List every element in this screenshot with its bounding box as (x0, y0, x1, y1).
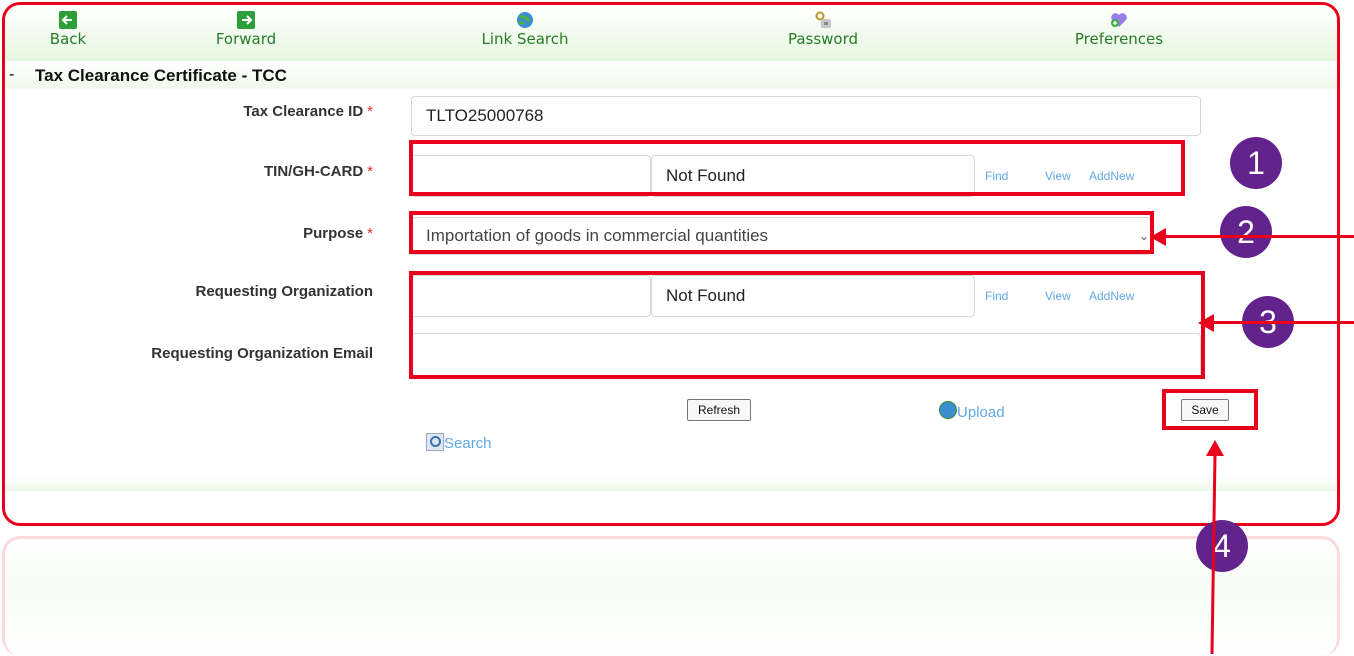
back-button[interactable]: Back (43, 11, 93, 48)
back-label: Back (49, 30, 87, 48)
highlight-box-requesting-org (409, 271, 1205, 379)
required-marker: * (367, 163, 373, 180)
link-search-label: Link Search (481, 30, 569, 48)
highlight-box-purpose (409, 211, 1154, 254)
arrow-head-3 (1198, 314, 1214, 332)
requesting-org-email-label: Requesting Organization Email (151, 345, 373, 362)
heart-plus-icon (1111, 13, 1127, 27)
key-lock-icon (815, 11, 831, 28)
back-arrow-icon (59, 11, 77, 29)
link-search-button[interactable]: Link Search (475, 11, 575, 48)
highlight-box-tin (409, 140, 1185, 196)
password-button[interactable]: Password (781, 11, 865, 48)
footer-band (5, 477, 1337, 491)
search-label: Search (444, 435, 492, 452)
tin-label: TIN/GH-CARD * (105, 163, 373, 180)
label-text: Purpose (303, 225, 364, 242)
upload-button[interactable]: Upload (939, 401, 1005, 421)
requesting-org-label: Requesting Organization (195, 283, 373, 300)
upload-label: Upload (957, 404, 1005, 421)
section-header[interactable]: - Tax Clearance Certificate - TCC (5, 63, 1337, 89)
reflection (2, 536, 1340, 656)
password-label: Password (787, 30, 859, 48)
arrow-line-2 (1160, 235, 1354, 238)
required-marker: * (367, 225, 373, 242)
forward-arrow-icon (237, 11, 255, 29)
collapse-toggle[interactable]: - (9, 66, 14, 84)
callout-badge-2: 2 (1220, 206, 1272, 258)
preferences-label: Preferences (1074, 30, 1164, 48)
label-text: Tax Clearance ID (243, 103, 364, 120)
highlight-box-save (1162, 389, 1258, 430)
forward-button[interactable]: Forward (213, 11, 279, 48)
label-text: TIN/GH-CARD (264, 163, 364, 180)
arrow-head-2 (1150, 228, 1166, 246)
upload-globe-icon (939, 401, 957, 419)
purpose-label: Purpose * (105, 225, 373, 242)
globe-icon (517, 12, 533, 28)
callout-badge-1: 1 (1230, 137, 1282, 189)
arrow-line-3 (1210, 321, 1354, 324)
refresh-button[interactable]: Refresh (687, 399, 751, 421)
page-title: Tax Clearance Certificate - TCC (35, 66, 287, 85)
preferences-button[interactable]: Preferences (1069, 11, 1169, 48)
required-marker: * (367, 103, 373, 120)
forward-label: Forward (215, 30, 277, 48)
search-magnifier-icon (426, 433, 444, 451)
arrow-4 (1206, 440, 1224, 654)
tax-clearance-id-field[interactable]: TLTO25000768 (411, 96, 1201, 136)
app-window: Back Forward Link Search Password Prefer… (2, 2, 1340, 526)
toolbar: Back Forward Link Search Password Prefer… (5, 5, 1337, 61)
search-link[interactable]: Search (426, 433, 492, 452)
tax-clearance-id-label: Tax Clearance ID * (105, 103, 373, 120)
